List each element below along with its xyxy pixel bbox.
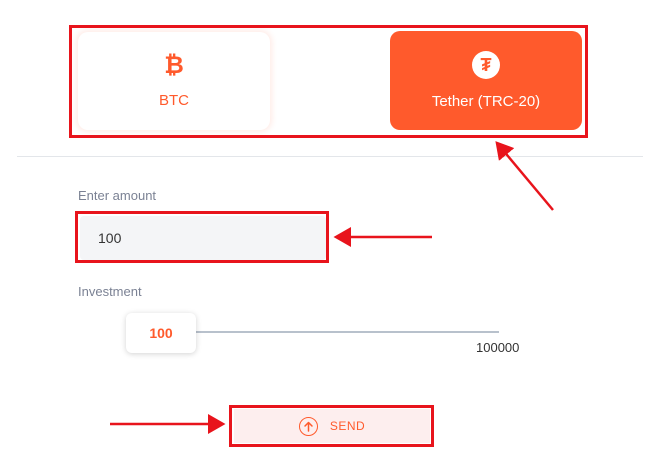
investment-slider-thumb[interactable]: 100 — [126, 313, 196, 353]
send-highlight-box — [229, 405, 434, 447]
investment-slider-track[interactable] — [160, 331, 499, 333]
currency-highlight-box — [69, 25, 588, 138]
amount-highlight-box — [75, 211, 329, 263]
investment-label: Investment — [78, 284, 142, 299]
amount-label: Enter amount — [78, 188, 157, 203]
investment-max-label: 100000 — [476, 340, 520, 355]
section-divider — [17, 156, 643, 157]
annotation-arrow-currency — [495, 141, 554, 211]
